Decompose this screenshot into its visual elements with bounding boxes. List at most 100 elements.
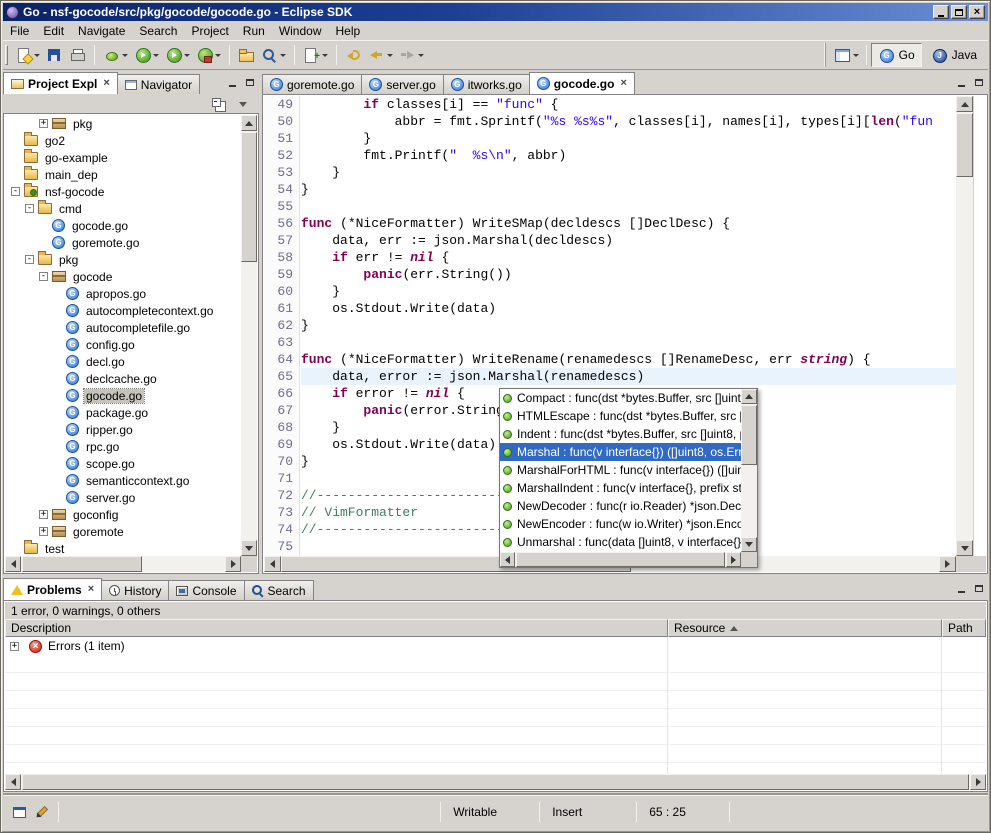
scrollbar-thumb[interactable] xyxy=(22,556,142,572)
code-line-59[interactable]: panic(err.String()) xyxy=(301,266,956,283)
completion-htmlescape[interactable]: HTMLEscape : func(dst *bytes.Buffer, src… xyxy=(500,407,741,425)
popup-horizontal-scrollbar[interactable] xyxy=(500,552,741,567)
explorer-vertical-scrollbar[interactable] xyxy=(241,115,257,556)
code-line-63[interactable] xyxy=(301,334,956,351)
menu-project[interactable]: Project xyxy=(184,22,235,40)
tree-item-autocompletecontext-go[interactable]: autocompletecontext.go xyxy=(5,302,241,319)
tree-item-decl-go[interactable]: decl.go xyxy=(5,353,241,370)
debug-button[interactable] xyxy=(100,43,131,67)
code-line-65[interactable]: data, error := json.Marshal(renamedescs) xyxy=(301,368,956,385)
popup-vertical-scrollbar[interactable] xyxy=(741,389,757,552)
maximize-button[interactable] xyxy=(951,5,967,19)
menu-window[interactable]: Window xyxy=(272,22,329,40)
scroll-right-button[interactable] xyxy=(225,556,241,572)
tree-item-config-go[interactable]: config.go xyxy=(5,336,241,353)
tree-item-cmd[interactable]: -cmd xyxy=(5,200,241,217)
view-maximize-button[interactable] xyxy=(971,582,986,595)
tree-item-semanticcontext-go[interactable]: semanticcontext.go xyxy=(5,472,241,489)
overview-ruler[interactable] xyxy=(973,96,986,556)
tree-item-declcache-go[interactable]: declcache.go xyxy=(5,370,241,387)
editor-minimize-button[interactable] xyxy=(954,76,969,89)
editor-tab-server-go[interactable]: server.go xyxy=(361,74,443,94)
dropdown-arrow-icon[interactable] xyxy=(280,54,286,57)
editor-tab-itworks-go[interactable]: itworks.go xyxy=(443,74,530,94)
tree-item-gocode-go[interactable]: gocode.go xyxy=(5,387,241,404)
tree-item-nsf-gocode[interactable]: -nsf-gocode xyxy=(5,183,241,200)
completion-marshalindent[interactable]: MarshalIndent : func(v interface{}, pref… xyxy=(500,479,741,497)
scroll-up-button[interactable] xyxy=(741,389,757,404)
menu-navigate[interactable]: Navigate xyxy=(71,22,132,40)
code-line-49[interactable]: if classes[i] == "func" { xyxy=(301,96,956,113)
view-minimize-button[interactable] xyxy=(954,582,969,595)
tree-item-gocode[interactable]: -gocode xyxy=(5,268,241,285)
dropdown-arrow-icon[interactable] xyxy=(122,54,128,57)
expand-icon[interactable]: + xyxy=(10,642,19,651)
dropdown-arrow-icon[interactable] xyxy=(387,54,393,57)
tasks-button[interactable] xyxy=(31,803,54,821)
view-tab-console[interactable]: Console xyxy=(168,580,244,600)
new-wizard-button[interactable] xyxy=(12,43,43,67)
view-menu-button[interactable] xyxy=(232,95,255,113)
menu-file[interactable]: File xyxy=(3,22,36,40)
perspective-go[interactable]: Go xyxy=(871,43,922,67)
code-line-57[interactable]: data, err := json.Marshal(decldescs) xyxy=(301,232,956,249)
menu-run[interactable]: Run xyxy=(236,22,272,40)
view-tab-search[interactable]: Search xyxy=(244,580,314,600)
run-history-button[interactable] xyxy=(162,43,193,67)
close-icon[interactable]: × xyxy=(103,78,109,89)
view-tab-problems[interactable]: Problems× xyxy=(3,578,102,600)
completion-indent[interactable]: Indent : func(dst *bytes.Buffer, src []u… xyxy=(500,425,741,443)
menu-edit[interactable]: Edit xyxy=(36,22,71,40)
scroll-down-button[interactable] xyxy=(241,540,257,556)
scroll-left-button[interactable] xyxy=(5,556,21,572)
column-header-description[interactable]: Description xyxy=(5,619,668,637)
tree-item-goconfig[interactable]: +goconfig xyxy=(5,506,241,523)
problems-row[interactable]: +Errors (1 item) xyxy=(5,637,986,655)
code-line-53[interactable]: } xyxy=(301,164,956,181)
view-tab-navigator[interactable]: Navigator xyxy=(117,74,200,94)
dropdown-arrow-icon[interactable] xyxy=(215,54,221,57)
scroll-up-button[interactable] xyxy=(241,115,257,131)
toolbar-grip[interactable] xyxy=(5,45,8,65)
scrollbar-thumb[interactable] xyxy=(241,132,257,262)
close-button[interactable]: × xyxy=(969,5,985,19)
code-line-52[interactable]: fmt.Printf(" %s\n", abbr) xyxy=(301,147,956,164)
tree-item-pkg[interactable]: +pkg xyxy=(5,115,241,132)
tree-item-scope-go[interactable]: scope.go xyxy=(5,455,241,472)
code-line-62[interactable]: } xyxy=(301,317,956,334)
tree-item-ripper-go[interactable]: ripper.go xyxy=(5,421,241,438)
collapse-all-button[interactable] xyxy=(207,95,230,113)
code-line-64[interactable]: func (*NiceFormatter) WriteRename(rename… xyxy=(301,351,956,368)
tree-item-server-go[interactable]: server.go xyxy=(5,489,241,506)
menu-help[interactable]: Help xyxy=(329,22,368,40)
completion-newencoder[interactable]: NewEncoder : func(w io.Writer) *json.Enc… xyxy=(500,515,741,533)
tree-item-gocode-go[interactable]: gocode.go xyxy=(5,217,241,234)
code-line-56[interactable]: func (*NiceFormatter) WriteSMap(decldesc… xyxy=(301,215,956,232)
open-perspective-button[interactable] xyxy=(831,43,862,67)
title-bar[interactable]: Go - nsf-gocode/src/pkg/gocode/gocode.go… xyxy=(3,3,988,21)
tree-item-package-go[interactable]: package.go xyxy=(5,404,241,421)
scrollbar-thumb[interactable] xyxy=(956,113,973,177)
completion-marshalforhtml[interactable]: MarshalForHTML : func(v interface{}) ([]… xyxy=(500,461,741,479)
tree-item-pkg[interactable]: -pkg xyxy=(5,251,241,268)
view-maximize-button[interactable] xyxy=(242,76,257,89)
column-header-path[interactable]: Path xyxy=(942,619,986,637)
dropdown-arrow-icon[interactable] xyxy=(184,54,190,57)
forward-button[interactable] xyxy=(396,43,427,67)
view-minimize-button[interactable] xyxy=(225,76,240,89)
scroll-right-button[interactable] xyxy=(726,552,741,567)
tree-item-autocompletefile-go[interactable]: autocompletefile.go xyxy=(5,319,241,336)
scroll-right-button[interactable] xyxy=(939,556,956,572)
code-line-60[interactable]: } xyxy=(301,283,956,300)
print-button[interactable] xyxy=(66,43,89,67)
menu-search[interactable]: Search xyxy=(132,22,184,40)
completion-compact[interactable]: Compact : func(dst *bytes.Buffer, src []… xyxy=(500,389,741,407)
close-icon[interactable]: × xyxy=(88,584,94,595)
code-line-61[interactable]: os.Stdout.Write(data) xyxy=(301,300,956,317)
tree-item-main-dep[interactable]: main_dep xyxy=(5,166,241,183)
line-number-ruler[interactable]: 4950515253545556575859606162636465666768… xyxy=(264,96,300,556)
code-line-54[interactable]: } xyxy=(301,181,956,198)
dropdown-arrow-icon[interactable] xyxy=(34,54,40,57)
completion-marshal[interactable]: Marshal : func(v interface{}) ([]uint8, … xyxy=(500,443,741,461)
tree-item-go2[interactable]: go2 xyxy=(5,132,241,149)
